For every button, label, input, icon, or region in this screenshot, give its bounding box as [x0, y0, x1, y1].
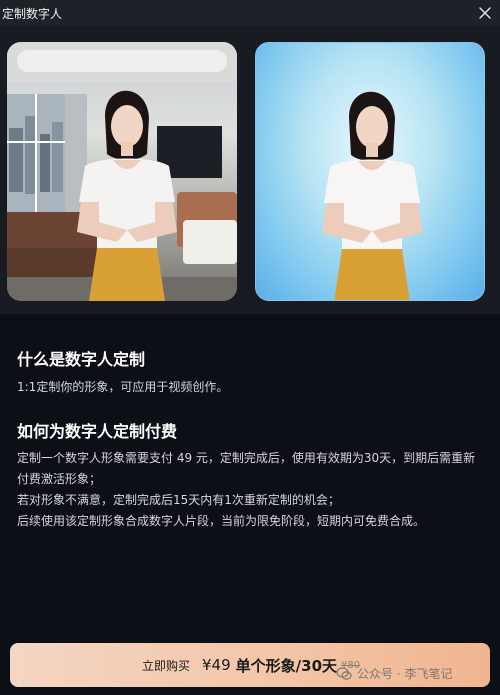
title-bar: 定制数字人: [0, 0, 500, 26]
pricing-paragraph: 若对形象不满意，定制完成后15天内有1次重新定制的机会；: [17, 493, 340, 507]
pricing-details: 定制一个数字人形象需要支付 49 元，定制完成后，使用有效期为30天，到期后需重…: [17, 448, 483, 532]
avatar-sample-blue: [255, 42, 485, 301]
section-heading-what: 什么是数字人定制: [17, 350, 146, 369]
buy-label: 立即购买: [142, 658, 191, 673]
window-title: 定制数字人: [2, 6, 63, 21]
avatar-sample-office: [7, 42, 237, 301]
avatar-preview-panel: [0, 26, 500, 314]
close-icon[interactable]: [476, 4, 494, 22]
watermark: 公众号 · 李飞笔记: [336, 665, 452, 682]
pricing-paragraph: 定制一个数字人形象需要支付 49 元，定制完成后，使用有效期为30天，到期后需重…: [17, 451, 476, 486]
watermark-text: 公众号 · 李飞笔记: [357, 667, 453, 681]
buy-price: ¥49: [202, 656, 231, 674]
section-heading-pricing: 如何为数字人定制付费: [17, 422, 178, 441]
pricing-paragraph: 后续使用该定制形象合成数字人片段，当前为限免阶段，短期内可免费合成。: [17, 514, 426, 528]
section-desc-what: 1:1定制你的形象，可应用于视频创作。: [17, 380, 229, 394]
buy-plan: 单个形象/30天: [235, 656, 338, 675]
wechat-logo-icon: [336, 666, 352, 681]
